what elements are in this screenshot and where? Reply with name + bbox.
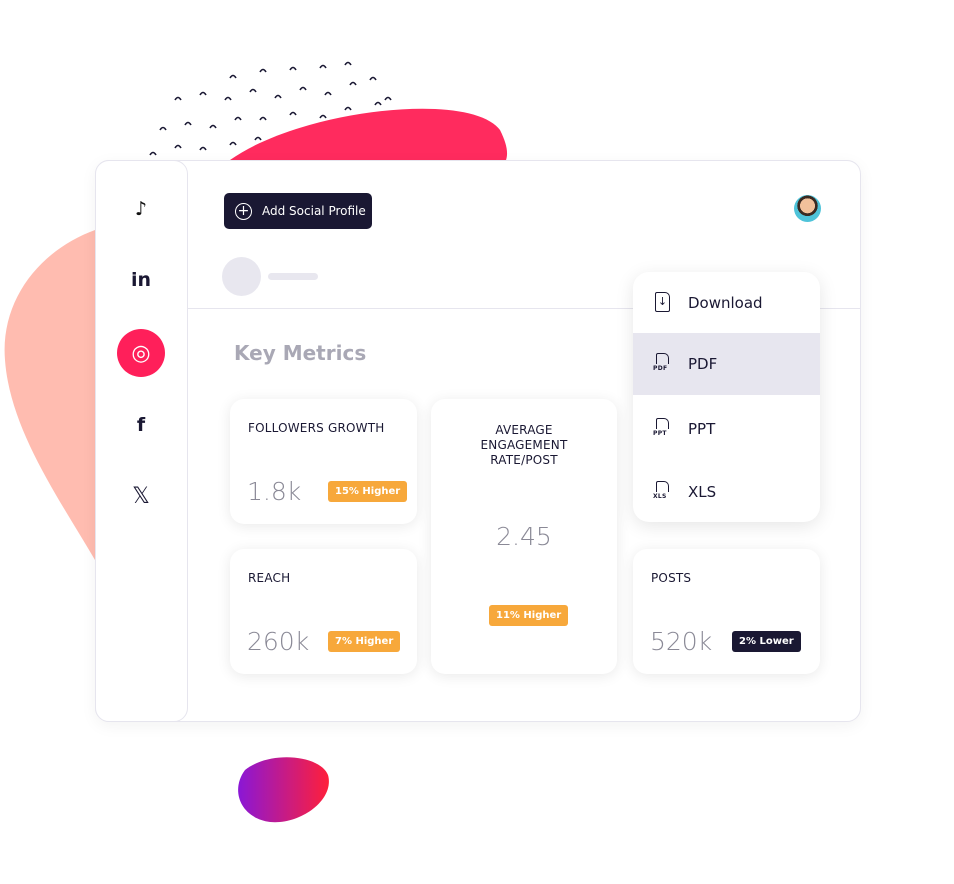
menu-item-label: PDF bbox=[688, 355, 718, 373]
download-header[interactable]: ↓ Download bbox=[633, 272, 820, 334]
add-social-profile-button[interactable]: + Add Social Profile bbox=[224, 193, 372, 229]
card-label: FOLLOWERS GROWTH bbox=[248, 421, 385, 435]
profile-placeholder-avatar bbox=[222, 257, 261, 296]
card-label: AVERAGE ENGAGEMENT RATE/POST bbox=[480, 423, 568, 467]
profile-placeholder-name bbox=[268, 273, 318, 280]
pdf-file-icon: PDF bbox=[653, 353, 673, 375]
reach-card: REACH 260k 7% Higher bbox=[230, 549, 417, 674]
xls-file-icon: XLS bbox=[653, 481, 673, 503]
plus-circle-icon: + bbox=[235, 202, 252, 220]
status-badge: 2% Lower bbox=[732, 631, 801, 652]
ppt-file-icon: PPT bbox=[653, 418, 673, 440]
instagram-glyph: ◎ bbox=[131, 340, 151, 366]
tiktok-icon[interactable]: ♪ bbox=[117, 185, 165, 233]
x-glyph: 𝕏 bbox=[132, 483, 150, 509]
menu-item-label: PPT bbox=[688, 420, 716, 438]
facebook-icon[interactable]: f bbox=[117, 401, 165, 449]
card-value: 2.45 bbox=[496, 522, 552, 551]
user-avatar[interactable] bbox=[794, 195, 821, 222]
page-title: Key Metrics bbox=[234, 341, 367, 365]
card-value: 1.8k bbox=[247, 477, 302, 506]
download-label: Download bbox=[688, 294, 763, 312]
instagram-icon[interactable]: ◎ bbox=[117, 329, 165, 377]
menu-item-label: XLS bbox=[688, 483, 717, 501]
facebook-glyph: f bbox=[136, 414, 146, 436]
status-badge: 7% Higher bbox=[328, 631, 401, 652]
x-icon[interactable]: 𝕏 bbox=[117, 472, 165, 520]
menu-item-ppt[interactable]: PPT PPT bbox=[633, 398, 820, 460]
tiktok-glyph: ♪ bbox=[134, 198, 148, 220]
posts-card: POSTS 520k 2% Lower bbox=[633, 549, 820, 674]
status-badge: 11% Higher bbox=[489, 605, 569, 626]
menu-item-xls[interactable]: XLS XLS bbox=[633, 461, 820, 522]
followers-growth-card: FOLLOWERS GROWTH 1.8k 15% Higher bbox=[230, 399, 417, 524]
card-label: REACH bbox=[248, 571, 291, 585]
status-badge: 15% Higher bbox=[328, 481, 408, 502]
download-file-icon: ↓ bbox=[653, 292, 673, 314]
card-value: 520k bbox=[650, 627, 713, 656]
linkedin-icon[interactable]: in bbox=[117, 256, 165, 304]
download-menu: ↓ Download PDF PDF PPT PPT XLS XLS bbox=[633, 272, 820, 522]
linkedin-glyph: in bbox=[130, 269, 152, 291]
card-label: POSTS bbox=[651, 571, 692, 585]
add-social-profile-label: Add Social Profile bbox=[262, 204, 366, 218]
engagement-card: AVERAGE ENGAGEMENT RATE/POST 2.45 11% Hi… bbox=[431, 399, 617, 674]
card-value: 260k bbox=[247, 627, 310, 656]
menu-item-pdf[interactable]: PDF PDF bbox=[633, 333, 820, 395]
